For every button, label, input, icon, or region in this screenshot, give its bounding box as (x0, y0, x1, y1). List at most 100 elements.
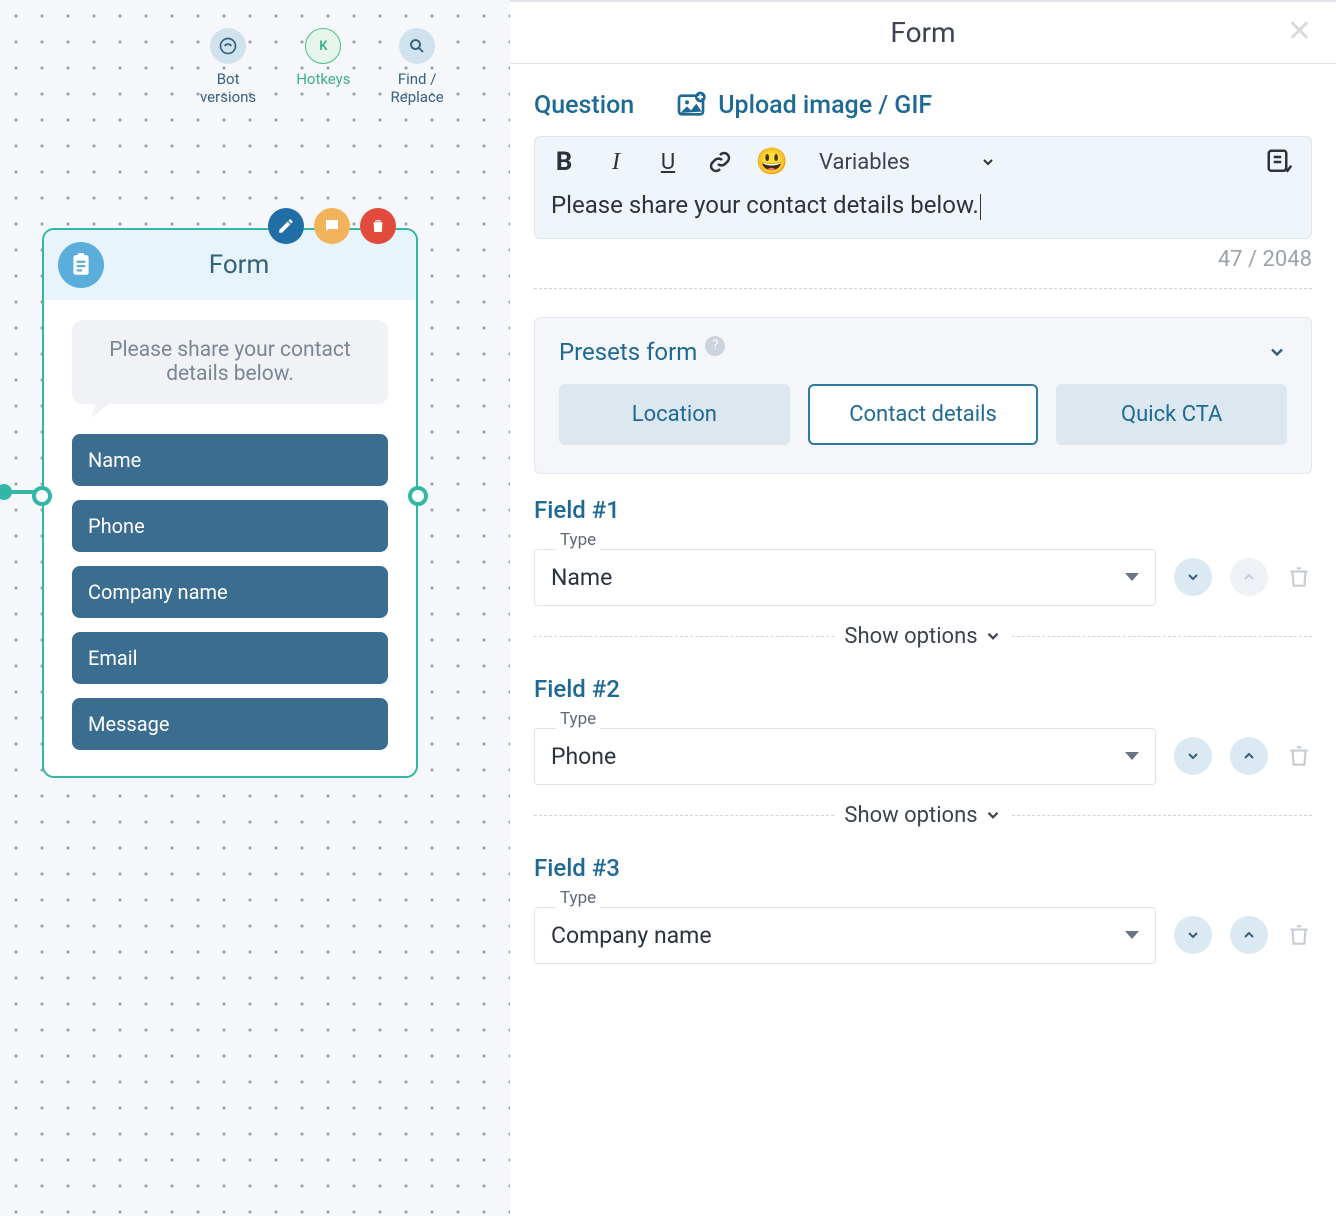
move-up-button[interactable] (1230, 916, 1268, 954)
versions-icon (210, 28, 246, 64)
move-down-button[interactable] (1174, 737, 1212, 775)
type-label: Type (556, 530, 600, 550)
type-value: Phone (551, 743, 616, 770)
top-tools: Bot versions K Hotkeys Find / Replace (200, 28, 444, 106)
move-down-button[interactable] (1174, 916, 1212, 954)
input-port[interactable] (32, 486, 52, 506)
panel-body: Question Upload image / GIF B I U 😃 Vari… (510, 64, 1336, 964)
upload-label: Upload image / GIF (718, 91, 932, 120)
type-select[interactable]: Name (534, 549, 1156, 606)
node-message: Please share your contact details below. (72, 320, 388, 404)
field-row: Name (534, 549, 1312, 606)
chevron-down-icon (980, 154, 996, 170)
field-pill: Name (72, 434, 388, 486)
form-node[interactable]: Form Please share your contact details b… (42, 228, 418, 778)
move-up-button (1230, 558, 1268, 596)
delete-field-button[interactable] (1286, 564, 1312, 590)
move-up-button[interactable] (1230, 737, 1268, 775)
dropdown-triangle-icon (1125, 752, 1139, 760)
hotkeys-icon: K (305, 28, 341, 64)
link-button[interactable] (707, 149, 733, 175)
bot-versions-tool[interactable]: Bot versions (200, 28, 256, 106)
char-counter: 47 / 2048 (510, 239, 1336, 272)
presets-header[interactable]: Presets form ? (559, 338, 1287, 366)
field-block-1: Field #1 Type Name (510, 474, 1336, 606)
chevron-down-icon (984, 806, 1002, 824)
preset-contact-details[interactable]: Contact details (808, 384, 1039, 445)
image-upload-icon (674, 88, 708, 122)
canvas[interactable]: Bot versions K Hotkeys Find / Replace (0, 0, 510, 1216)
side-panel: Form ✕ Question Upload image / GIF B I U… (510, 0, 1336, 1216)
panel-header: Form ✕ (510, 2, 1336, 64)
emoji-button[interactable]: 😃 (759, 149, 785, 175)
dropdown-triangle-icon (1125, 931, 1139, 939)
field-title: Field #2 (534, 675, 1312, 703)
code-editor-button[interactable] (1265, 147, 1295, 177)
close-icon[interactable]: ✕ (1287, 14, 1312, 49)
hotkeys-tool[interactable]: K Hotkeys (296, 28, 350, 106)
show-options-row: Show options (534, 624, 1312, 649)
move-down-button[interactable] (1174, 558, 1212, 596)
field-pill: Company name (72, 566, 388, 618)
upload-image-button[interactable]: Upload image / GIF (674, 88, 932, 122)
editor-toolbar: B I U 😃 Variables (535, 137, 1311, 187)
node-actions (268, 208, 396, 244)
question-label: Question (534, 91, 634, 120)
presets-row: Location Contact details Quick CTA (559, 384, 1287, 445)
find-label: Find / Replace (391, 70, 444, 106)
preset-location[interactable]: Location (559, 384, 790, 445)
help-icon[interactable]: ? (705, 336, 725, 356)
field-pill: Email (72, 632, 388, 684)
text-cursor (980, 194, 981, 220)
presets-title: Presets form (559, 338, 697, 366)
delete-node-button[interactable] (360, 208, 396, 244)
type-select[interactable]: Phone (534, 728, 1156, 785)
delete-field-button[interactable] (1286, 743, 1312, 769)
field-row: Phone (534, 728, 1312, 785)
node-fields: Name Phone Company name Email Message (72, 434, 388, 750)
question-text-value: Please share your contact details below. (551, 191, 979, 219)
form-icon (58, 242, 104, 288)
edit-node-button[interactable] (268, 208, 304, 244)
italic-button[interactable]: I (603, 149, 629, 175)
presets-box: Presets form ? Location Contact details … (534, 317, 1312, 474)
type-value: Name (551, 564, 612, 591)
chevron-down-icon (1267, 342, 1287, 362)
underline-button[interactable]: U (655, 149, 681, 175)
field-title: Field #3 (534, 854, 1312, 882)
question-text-input[interactable]: Please share your contact details below. (535, 187, 1311, 238)
show-options-toggle[interactable]: Show options (844, 624, 1001, 649)
field-pill: Phone (72, 500, 388, 552)
bold-button[interactable]: B (551, 149, 577, 175)
node-body: Please share your contact details below.… (44, 300, 416, 776)
output-port[interactable] (408, 486, 428, 506)
type-label: Type (556, 888, 600, 908)
panel-title: Form (890, 16, 955, 49)
field-row: Company name (534, 907, 1312, 964)
delete-field-button[interactable] (1286, 922, 1312, 948)
question-editor: B I U 😃 Variables Please share your cont… (534, 136, 1312, 239)
show-options-row: Show options (534, 803, 1312, 828)
type-label: Type (556, 709, 600, 729)
field-block-2: Field #2 Type Phone (510, 653, 1336, 785)
comment-node-button[interactable] (314, 208, 350, 244)
field-pill: Message (72, 698, 388, 750)
wire-start-dot (0, 484, 12, 500)
field-block-3: Field #3 Type Company name (510, 832, 1336, 964)
field-title: Field #1 (534, 496, 1312, 524)
chevron-down-icon (984, 627, 1002, 645)
versions-label: Bot versions (200, 70, 256, 106)
variables-label: Variables (819, 150, 910, 175)
question-row: Question Upload image / GIF (510, 88, 1336, 136)
variables-dropdown[interactable]: Variables (819, 150, 996, 175)
hotkeys-label: Hotkeys (296, 70, 350, 88)
preset-quick-cta[interactable]: Quick CTA (1056, 384, 1287, 445)
dropdown-triangle-icon (1125, 573, 1139, 581)
search-icon (399, 28, 435, 64)
find-replace-tool[interactable]: Find / Replace (391, 28, 444, 106)
show-options-toggle[interactable]: Show options (844, 803, 1001, 828)
separator (534, 288, 1312, 289)
type-value: Company name (551, 922, 712, 949)
type-select[interactable]: Company name (534, 907, 1156, 964)
node-title: Form (122, 250, 356, 280)
